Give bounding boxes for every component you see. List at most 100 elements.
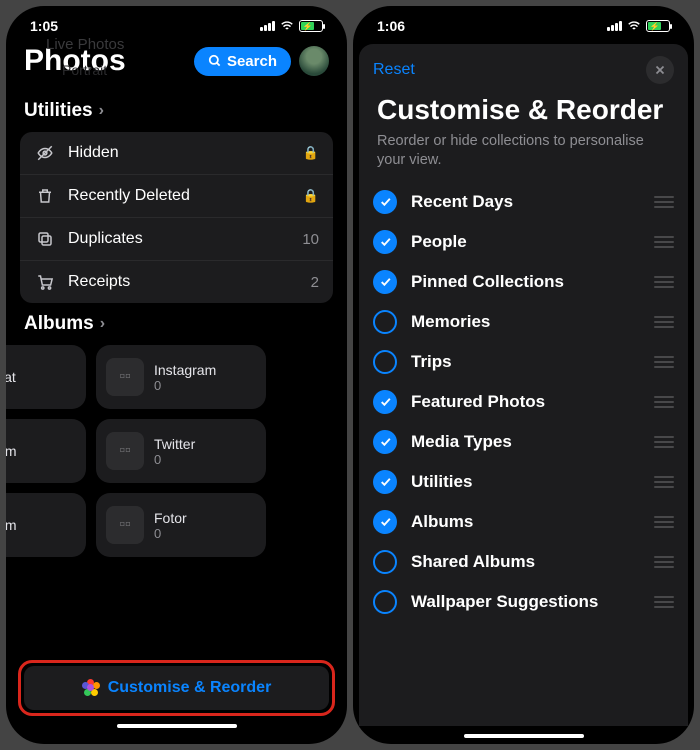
status-bar: 1:05 ⚡ [6, 6, 347, 38]
album-card[interactable]: stagram [6, 493, 86, 557]
avatar[interactable] [299, 46, 329, 76]
photo-stack-icon: ▫▫ [106, 358, 144, 396]
drag-handle-icon[interactable] [654, 476, 674, 488]
option-label: Media Types [411, 432, 640, 452]
option-label: Utilities [411, 472, 640, 492]
clock: 1:05 [30, 18, 58, 34]
lock-icon: 🔒 [303, 188, 319, 204]
phone-customise: 1:06 ⚡ Reset Customise & Reorder Reorder… [353, 6, 694, 744]
checkmark-circle-icon[interactable] [373, 270, 397, 294]
duplicate-icon [34, 230, 56, 248]
album-card[interactable]: stagram [6, 419, 86, 483]
checkmark-circle-icon[interactable] [373, 510, 397, 534]
drag-handle-icon[interactable] [654, 556, 674, 568]
trash-icon [34, 187, 56, 205]
album-card[interactable]: ▫▫ Instagram0 [96, 345, 266, 409]
album-card[interactable]: ▫▫ Twitter0 [96, 419, 266, 483]
eye-slash-icon [34, 144, 56, 162]
option-label: People [411, 232, 640, 252]
checkmark-circle-icon[interactable] [373, 190, 397, 214]
reset-button[interactable]: Reset [373, 61, 415, 79]
lock-icon: 🔒 [303, 145, 319, 161]
search-button[interactable]: Search [194, 47, 291, 76]
checkmark-circle-icon[interactable] [373, 230, 397, 254]
utility-hidden[interactable]: Hidden 🔒 [20, 132, 333, 175]
checkmark-circle-icon[interactable] [373, 390, 397, 414]
modal-subtitle: Reorder or hide collections to personali… [359, 132, 688, 182]
option-row[interactable]: Memories [359, 302, 688, 342]
circle-icon[interactable] [373, 550, 397, 574]
drag-handle-icon[interactable] [654, 516, 674, 528]
option-row[interactable]: Wallpaper Suggestions [359, 582, 688, 622]
option-row[interactable]: Utilities [359, 462, 688, 502]
utilities-list: Hidden 🔒 Recently Deleted 🔒 Duplicates 1… [20, 132, 333, 303]
option-row[interactable]: Albums [359, 502, 688, 542]
customise-modal: Reset Customise & Reorder Reorder or hid… [359, 44, 688, 726]
wifi-icon [280, 19, 294, 33]
close-icon [654, 64, 666, 76]
option-row[interactable]: Featured Photos [359, 382, 688, 422]
home-indicator[interactable] [117, 724, 237, 728]
customise-reorder-button[interactable]: Customise & Reorder [24, 666, 329, 710]
option-label: Featured Photos [411, 392, 640, 412]
album-card[interactable]: ▫▫ Fotor0 [96, 493, 266, 557]
phone-photos: Live Photos Portrait 1:05 ⚡ Photos Searc… [6, 6, 347, 744]
modal-title: Customise & Reorder [359, 90, 688, 132]
options-list: Recent Days People Pinned Collections Memor… [359, 182, 688, 622]
signal-icon [260, 21, 275, 31]
checkmark-circle-icon[interactable] [373, 470, 397, 494]
option-label: Wallpaper Suggestions [411, 592, 640, 612]
circle-icon[interactable] [373, 350, 397, 374]
drag-handle-icon[interactable] [654, 356, 674, 368]
clock: 1:06 [377, 18, 405, 34]
signal-icon [607, 21, 622, 31]
option-row[interactable]: People [359, 222, 688, 262]
status-bar: 1:06 ⚡ [353, 6, 694, 38]
option-label: Shared Albums [411, 552, 640, 572]
utility-recently-deleted[interactable]: Recently Deleted 🔒 [20, 175, 333, 218]
utility-receipts[interactable]: Receipts 2 [20, 261, 333, 303]
album-card[interactable]: napchat [6, 345, 86, 409]
ghost-portrait: Portrait [62, 62, 107, 78]
search-icon [208, 54, 222, 68]
option-label: Albums [411, 512, 640, 532]
highlight-annotation: Customise & Reorder [18, 660, 335, 716]
utilities-heading[interactable]: Utilities › [6, 90, 347, 132]
photo-stack-icon: ▫▫ [106, 506, 144, 544]
battery-icon: ⚡ [646, 20, 670, 32]
utility-duplicates[interactable]: Duplicates 10 [20, 218, 333, 261]
drag-handle-icon[interactable] [654, 396, 674, 408]
drag-handle-icon[interactable] [654, 276, 674, 288]
option-row[interactable]: Shared Albums [359, 542, 688, 582]
drag-handle-icon[interactable] [654, 316, 674, 328]
option-row[interactable]: Pinned Collections [359, 262, 688, 302]
status-indicators: ⚡ [260, 19, 323, 33]
drag-handle-icon[interactable] [654, 596, 674, 608]
cart-icon [34, 273, 56, 291]
drag-handle-icon[interactable] [654, 436, 674, 448]
option-row[interactable]: Trips [359, 342, 688, 382]
wifi-icon [627, 19, 641, 33]
option-row[interactable]: Recent Days [359, 182, 688, 222]
option-label: Memories [411, 312, 640, 332]
photo-stack-icon: ▫▫ [106, 432, 144, 470]
chevron-right-icon: › [100, 315, 105, 333]
battery-icon: ⚡ [299, 20, 323, 32]
option-label: Recent Days [411, 192, 640, 212]
status-indicators: ⚡ [607, 19, 670, 33]
chevron-right-icon: › [99, 102, 104, 120]
drag-handle-icon[interactable] [654, 236, 674, 248]
drag-handle-icon[interactable] [654, 196, 674, 208]
close-button[interactable] [646, 56, 674, 84]
home-indicator[interactable] [464, 734, 584, 738]
circle-icon[interactable] [373, 590, 397, 614]
ghost-live-photos: Live Photos [46, 36, 124, 53]
option-label: Pinned Collections [411, 272, 640, 292]
albums-heading[interactable]: Albums › [6, 303, 347, 345]
circle-icon[interactable] [373, 310, 397, 334]
option-label: Trips [411, 352, 640, 372]
flower-icon [82, 679, 100, 697]
option-row[interactable]: Media Types [359, 422, 688, 462]
albums-grid[interactable]: napchat stagram stagram ▫▫ Instagram0 ▫▫… [6, 345, 347, 557]
checkmark-circle-icon[interactable] [373, 430, 397, 454]
